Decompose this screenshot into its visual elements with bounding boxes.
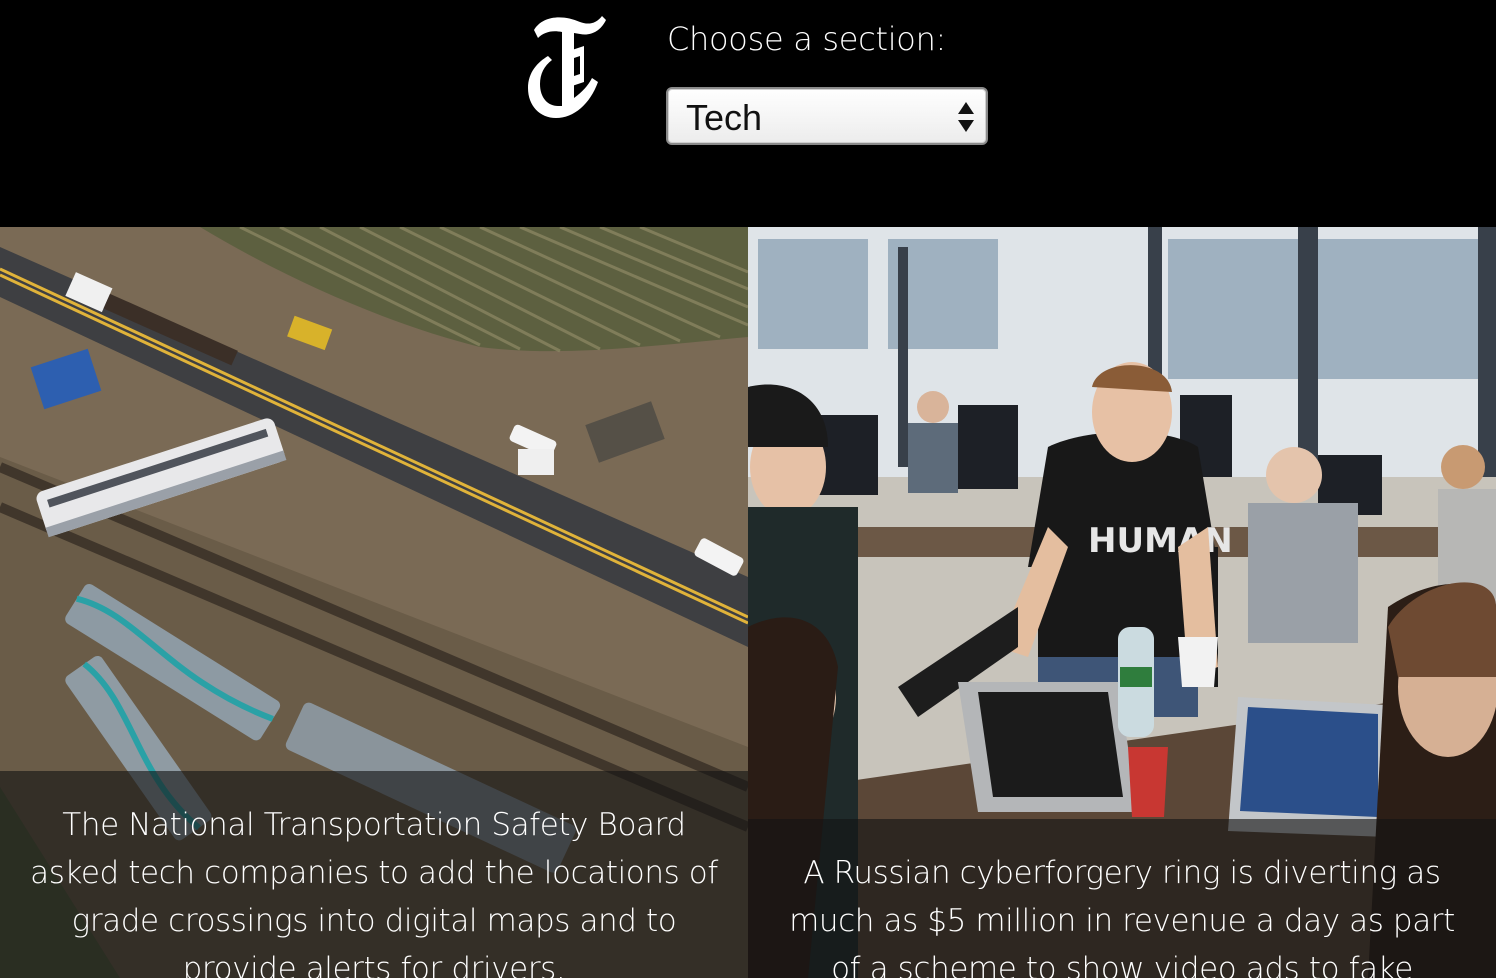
story-caption[interactable]: A Russian cyberforgery ring is diverting…	[748, 819, 1496, 978]
svg-text:HUMAN: HUMAN	[1088, 521, 1233, 561]
story-grid: The National Transportation Safety Board…	[0, 227, 1496, 978]
section-label: Choose a section:	[667, 20, 947, 58]
selected-section-value: Tech	[686, 97, 763, 138]
nyt-logo-icon[interactable]	[522, 12, 608, 124]
story-card-cyberforgery[interactable]: HUMAN A Russian cyberforgery ring is div…	[748, 227, 1496, 978]
story-card-train[interactable]: The National Transportation Safety Board…	[0, 227, 748, 978]
story-caption[interactable]: The National Transportation Safety Board…	[0, 771, 748, 978]
select-arrows-icon	[958, 102, 974, 132]
section-select[interactable]: Tech	[666, 87, 988, 145]
header: Choose a section: Tech	[0, 0, 1496, 227]
